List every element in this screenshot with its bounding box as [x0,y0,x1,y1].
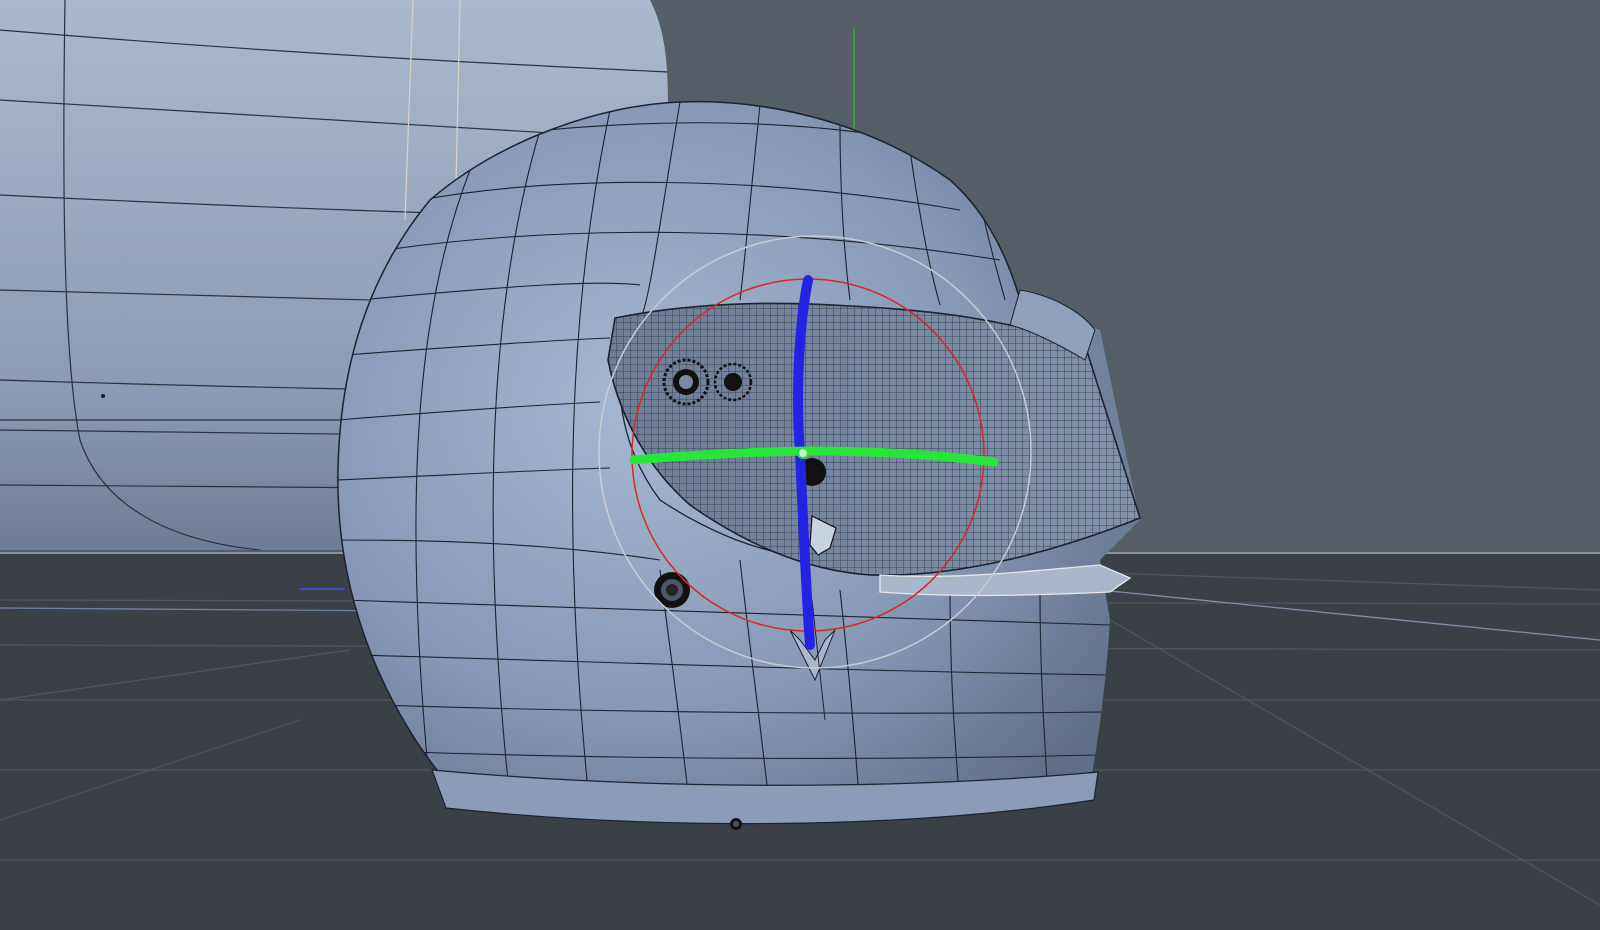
gizmo-center-handle[interactable] [797,447,809,459]
3d-viewport[interactable] [0,0,1600,930]
